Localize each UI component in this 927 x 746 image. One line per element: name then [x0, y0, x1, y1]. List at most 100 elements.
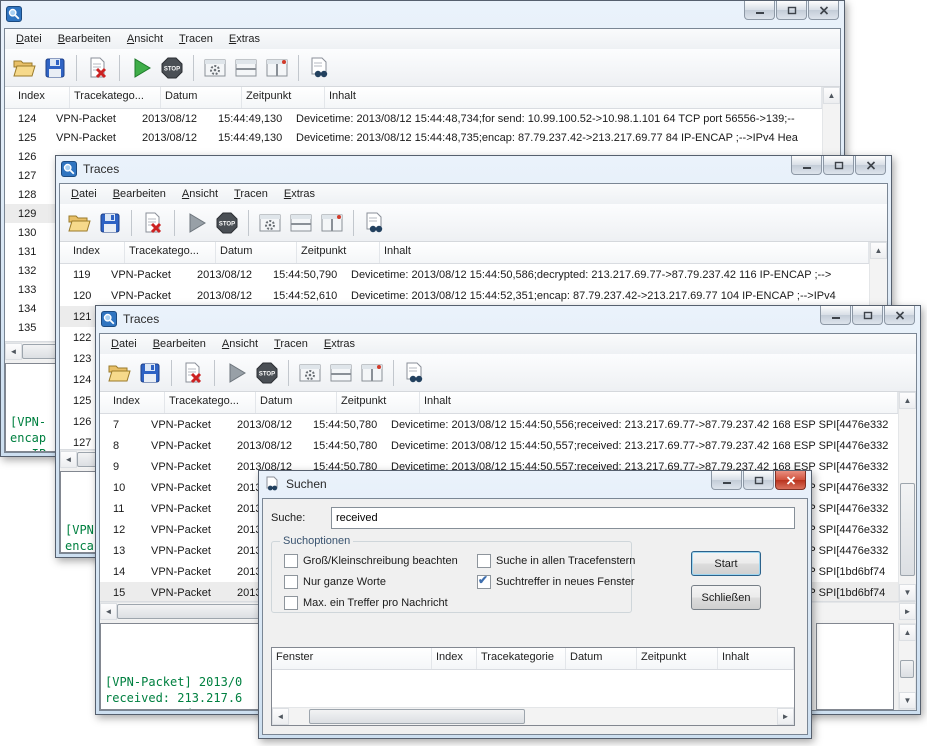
titlebar[interactable]: Suchen [259, 471, 811, 497]
titlebar[interactable] [1, 1, 844, 27]
menu-item[interactable]: Datei [64, 186, 104, 202]
result-column-header[interactable]: Index [432, 648, 477, 669]
trace-settings-button[interactable] [297, 360, 323, 386]
column-header[interactable]: Inhalt [380, 242, 869, 263]
start-trace-button[interactable] [223, 360, 249, 386]
open-file-button[interactable] [11, 55, 37, 81]
titlebar[interactable]: Traces [56, 156, 891, 182]
close-dialog-button[interactable]: Schließen [691, 585, 761, 610]
open-file-button[interactable] [106, 360, 132, 386]
menu-item[interactable]: Tracen [267, 336, 315, 352]
split-horizontal-button[interactable] [328, 360, 354, 386]
column-header[interactable]: Tracekatego... [165, 392, 256, 413]
delete-trace-button[interactable] [85, 55, 111, 81]
column-header[interactable]: Tracekatego... [70, 87, 161, 108]
column-header[interactable]: Index [5, 87, 70, 108]
start-trace-button[interactable] [128, 55, 154, 81]
start-button[interactable]: Start [691, 551, 761, 576]
close-button[interactable] [808, 1, 839, 20]
save-button[interactable] [97, 210, 123, 236]
titlebar[interactable]: Traces [96, 306, 920, 332]
search-option-checkbox[interactable]: Suche in allen Tracefenstern [477, 554, 635, 568]
toolbar: STOP [60, 204, 887, 242]
menu-item[interactable]: Ansicht [215, 336, 265, 352]
checkbox-icon [284, 575, 298, 589]
table-row[interactable]: 7 VPN-Packet 2013/08/12 15:44:50,780 Dev… [100, 414, 898, 435]
menu-item[interactable]: Tracen [227, 186, 275, 202]
search-traces-button[interactable] [362, 210, 388, 236]
table-row[interactable]: 8 VPN-Packet 2013/08/12 15:44:50,780 Dev… [100, 435, 898, 456]
start-trace-button[interactable] [183, 210, 209, 236]
search-option-checkbox[interactable]: Max. ein Treffer pro Nachricht [284, 596, 458, 610]
toolbar-separator [248, 210, 249, 236]
save-button[interactable] [137, 360, 163, 386]
result-column-header[interactable]: Fenster [272, 648, 432, 669]
close-button[interactable] [775, 471, 806, 490]
column-header[interactable]: Datum [216, 242, 297, 263]
column-header[interactable]: Tracekatego... [125, 242, 216, 263]
column-header[interactable]: Datum [161, 87, 242, 108]
restore-button[interactable] [823, 156, 854, 175]
open-file-button[interactable] [66, 210, 92, 236]
menu-item[interactable]: Bearbeiten [106, 186, 173, 202]
split-vertical-button[interactable] [264, 55, 290, 81]
delete-trace-button[interactable] [140, 210, 166, 236]
column-header[interactable]: Index [60, 242, 125, 263]
restore-button[interactable] [776, 1, 807, 20]
menu-item[interactable]: Tracen [172, 31, 220, 47]
minimize-button[interactable] [820, 306, 851, 325]
result-column-header[interactable]: Zeitpunkt [637, 648, 718, 669]
save-button[interactable] [42, 55, 68, 81]
minimize-button[interactable] [744, 1, 775, 20]
menu-item[interactable]: Extras [222, 31, 267, 47]
menu-item[interactable]: Ansicht [120, 31, 170, 47]
table-row[interactable]: 119 VPN-Packet 2013/08/12 15:44:50,790 D… [60, 264, 869, 285]
column-header[interactable]: Zeitpunkt [337, 392, 420, 413]
menu-item[interactable]: Datei [9, 31, 49, 47]
split-vertical-button[interactable] [319, 210, 345, 236]
menu-item[interactable]: Bearbeiten [146, 336, 213, 352]
restore-button[interactable] [852, 306, 883, 325]
column-header[interactable]: Zeitpunkt [297, 242, 380, 263]
restore-button[interactable] [743, 471, 774, 490]
menu-item[interactable]: Bearbeiten [51, 31, 118, 47]
column-header[interactable]: Index [100, 392, 165, 413]
search-option-checkbox[interactable]: Suchtreffer in neues Fenster [477, 575, 635, 589]
table-row[interactable]: 120 VPN-Packet 2013/08/12 15:44:52,610 D… [60, 285, 869, 306]
trace-settings-button[interactable] [257, 210, 283, 236]
horizontal-scrollbar[interactable]: ◄ ► [272, 707, 794, 725]
vertical-scrollbar[interactable]: ▲ ▼ [898, 392, 916, 601]
menu-item[interactable]: Datei [104, 336, 144, 352]
minimize-button[interactable] [791, 156, 822, 175]
result-column-header[interactable]: Datum [566, 648, 637, 669]
result-column-header[interactable]: Tracekategorie [477, 648, 566, 669]
stop-trace-button[interactable]: STOP [159, 55, 185, 81]
column-header[interactable]: Zeitpunkt [242, 87, 325, 108]
split-horizontal-button[interactable] [288, 210, 314, 236]
close-button[interactable] [884, 306, 915, 325]
split-horizontal-button[interactable] [233, 55, 259, 81]
column-header[interactable]: Inhalt [325, 87, 822, 108]
stop-trace-button[interactable]: STOP [214, 210, 240, 236]
menu-item[interactable]: Extras [277, 186, 322, 202]
split-vertical-button[interactable] [359, 360, 385, 386]
search-traces-button[interactable] [307, 55, 333, 81]
table-row[interactable]: 124 VPN-Packet 2013/08/12 15:44:49,130 D… [5, 109, 822, 128]
column-header[interactable]: Inhalt [420, 392, 898, 413]
trace-settings-button[interactable] [202, 55, 228, 81]
search-option-checkbox[interactable]: Groß/Kleinschreibung beachten [284, 554, 458, 568]
vertical-scrollbar[interactable]: ▲ ▼ [898, 623, 916, 710]
minimize-button[interactable] [711, 471, 742, 490]
delete-trace-button[interactable] [180, 360, 206, 386]
stop-trace-button[interactable]: STOP [254, 360, 280, 386]
search-input[interactable] [331, 507, 795, 529]
table-row[interactable]: 125 VPN-Packet 2013/08/12 15:44:49,130 D… [5, 128, 822, 147]
search-option-checkbox[interactable]: Nur ganze Worte [284, 575, 458, 589]
search-traces-button[interactable] [402, 360, 428, 386]
column-header[interactable]: Datum [256, 392, 337, 413]
menu-item[interactable]: Ansicht [175, 186, 225, 202]
result-column-header[interactable]: Inhalt [718, 648, 794, 669]
toolbar-separator [174, 210, 175, 236]
close-button[interactable] [855, 156, 886, 175]
menu-item[interactable]: Extras [317, 336, 362, 352]
